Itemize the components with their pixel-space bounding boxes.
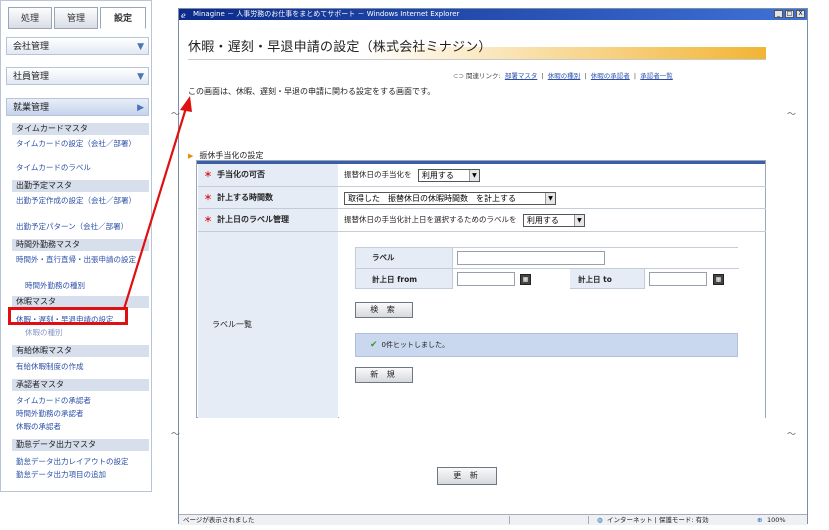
annotation-arrow	[122, 96, 192, 310]
